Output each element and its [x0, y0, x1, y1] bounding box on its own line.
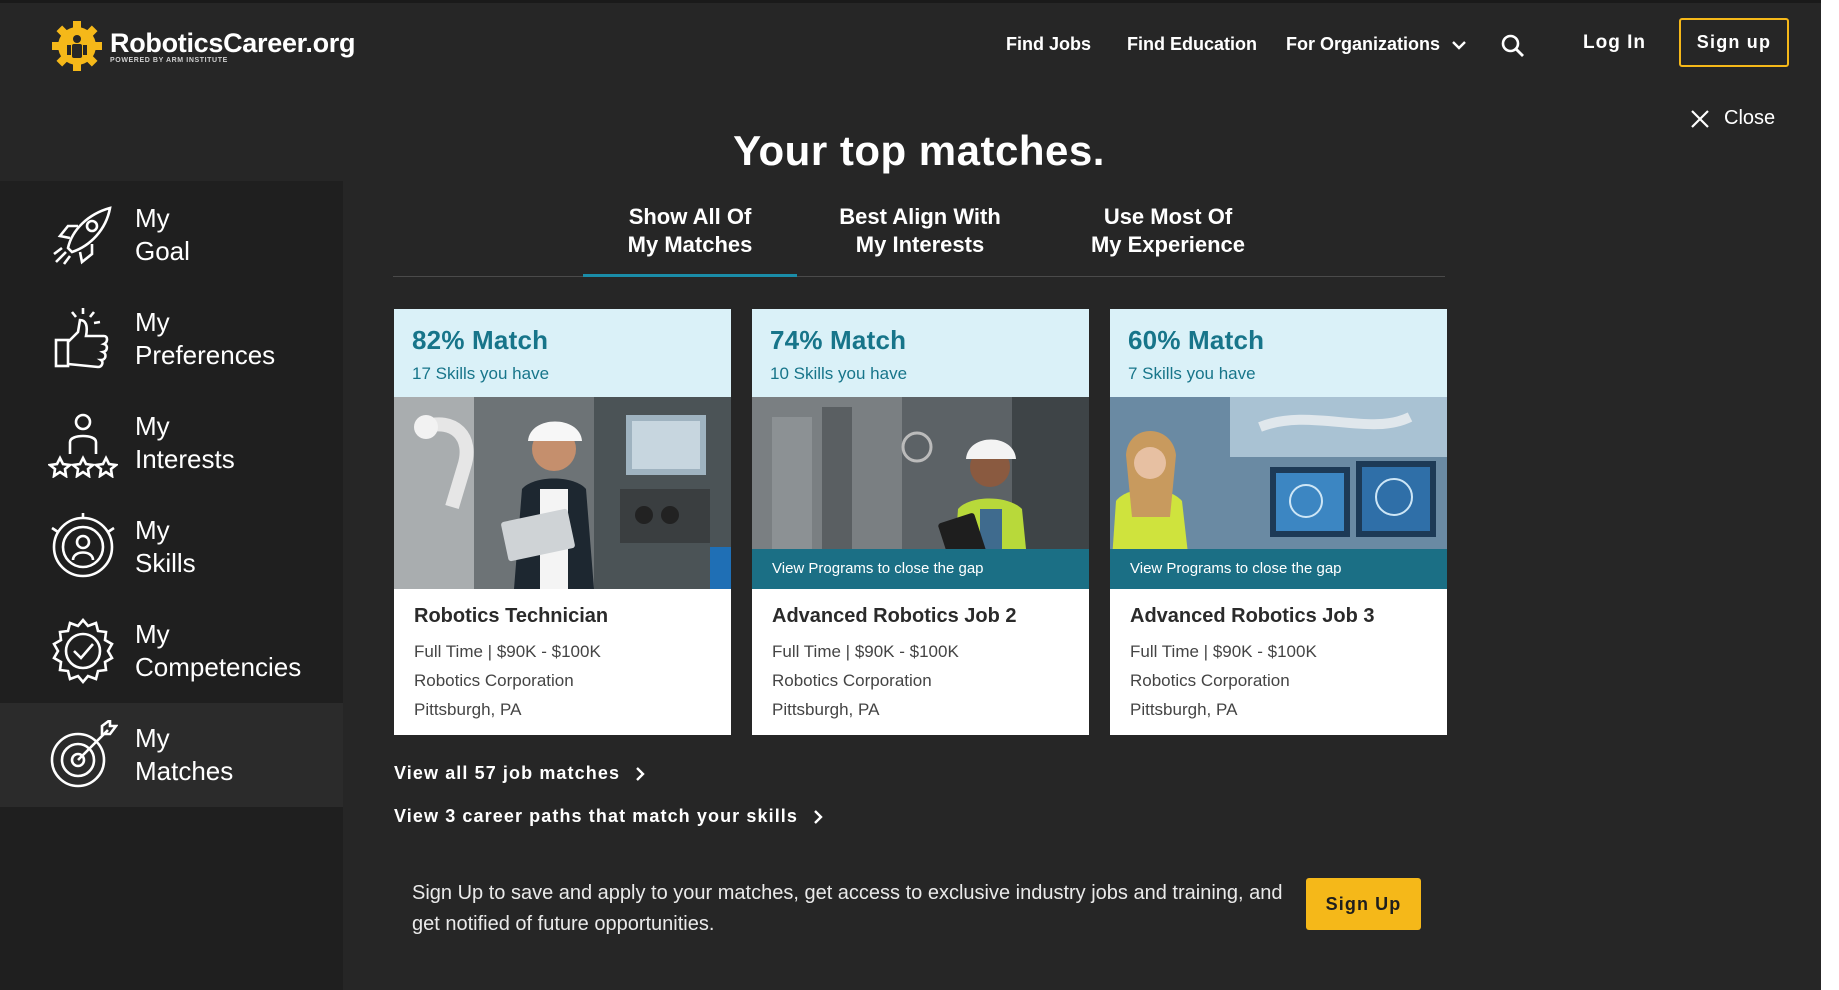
- sidebar-item-skills[interactable]: My Skills: [0, 495, 343, 599]
- tab-show-all-matches[interactable]: Show All Of My Matches: [583, 203, 797, 259]
- bullseye-icon: [50, 720, 118, 788]
- job-location: Pittsburgh, PA: [1130, 700, 1238, 719]
- skills-target-icon: [51, 513, 115, 578]
- job-type-salary: Full Time | $90K - $100K: [414, 642, 601, 661]
- job-type-salary: Full Time | $90K - $100K: [1130, 642, 1317, 661]
- job-title: Advanced Robotics Job 3: [1130, 605, 1375, 627]
- search-icon[interactable]: [1500, 33, 1526, 59]
- gear-logo-icon: [52, 21, 102, 71]
- sidebar-item-interests[interactable]: My Interests: [0, 391, 343, 495]
- skills-count: 7 Skills you have: [1128, 364, 1256, 383]
- sidebar-item-label: My Competencies: [135, 619, 302, 682]
- chevron-right-icon: [814, 809, 823, 824]
- active-tab-indicator: [583, 274, 797, 277]
- job-location: Pittsburgh, PA: [772, 700, 880, 719]
- header: RoboticsCareer.org POWERED BY ARM INSTIT…: [0, 3, 1821, 91]
- match-percent: 60% Match: [1128, 325, 1265, 355]
- match-percent: 74% Match: [770, 325, 907, 355]
- skills-count: 10 Skills you have: [770, 364, 908, 383]
- sidebar-item-label: My Skills: [135, 515, 196, 578]
- sign-up-button[interactable]: Sign up: [1679, 18, 1789, 67]
- sidebar-item-matches[interactable]: My Matches: [0, 703, 343, 807]
- match-tabs: Show All Of My Matches Best Align With M…: [393, 203, 1445, 277]
- job-company: Robotics Corporation: [772, 671, 932, 690]
- nav-find-jobs[interactable]: Find Jobs: [1006, 34, 1091, 55]
- chevron-right-icon: [636, 766, 645, 781]
- job-photo: View Programs to close the gap: [752, 397, 1089, 589]
- job-match-card[interactable]: 74% Match 10 Skills you have View Progra…: [752, 309, 1089, 735]
- gear-check-icon: [52, 617, 114, 685]
- view-programs-link[interactable]: View Programs to close the gap: [752, 549, 1089, 589]
- page-title: Your top matches.: [733, 127, 1105, 174]
- close-icon: [1691, 109, 1709, 128]
- tab-use-most-experience[interactable]: Use Most Of My Experience: [1053, 203, 1283, 259]
- sidebar: My Goal My Preferences My Interests My S…: [0, 181, 343, 990]
- close-label: Close: [1724, 107, 1776, 129]
- sidebar-item-label: My Matches: [135, 723, 234, 786]
- brand-name: RoboticsCareer.org: [110, 28, 356, 58]
- job-title: Robotics Technician: [414, 605, 609, 627]
- sidebar-item-competencies[interactable]: My Competencies: [0, 599, 343, 703]
- nav-for-organizations[interactable]: For Organizations: [1286, 34, 1468, 55]
- skills-count: 17 Skills you have: [412, 364, 550, 383]
- sidebar-item-preferences[interactable]: My Preferences: [0, 287, 343, 391]
- match-percent: 82% Match: [412, 325, 549, 355]
- job-match-card[interactable]: 82% Match 17 Skills you have Robotics Te…: [394, 309, 731, 735]
- page: RoboticsCareer.org POWERED BY ARM INSTIT…: [0, 0, 1839, 990]
- job-type-salary: Full Time | $90K - $100K: [772, 642, 959, 661]
- nav-for-organizations-label: For Organizations: [1286, 34, 1441, 54]
- nav-find-education[interactable]: Find Education: [1127, 34, 1257, 55]
- job-company: Robotics Corporation: [1130, 671, 1290, 690]
- rocket-icon: [53, 206, 112, 265]
- page-edge: [1821, 0, 1839, 990]
- view-programs-link[interactable]: View Programs to close the gap: [1110, 549, 1447, 589]
- log-in-link[interactable]: Log In: [1583, 32, 1646, 54]
- sidebar-item-label: My Interests: [135, 411, 235, 474]
- thumbs-up-icon: [54, 308, 109, 369]
- job-match-card[interactable]: 60% Match 7 Skills you have View Program…: [1110, 309, 1447, 735]
- job-company: Robotics Corporation: [414, 671, 574, 690]
- job-title: Advanced Robotics Job 2: [772, 605, 1017, 627]
- view-career-paths-link[interactable]: View 3 career paths that match your skil…: [394, 806, 824, 827]
- view-all-jobs-link[interactable]: View all 57 job matches: [394, 763, 646, 784]
- sidebar-item-goal[interactable]: My Goal: [0, 183, 343, 287]
- sidebar-item-label: My Preferences: [135, 307, 276, 370]
- logo[interactable]: RoboticsCareer.org POWERED BY ARM INSTIT…: [50, 19, 355, 73]
- close-button[interactable]: Close: [1690, 107, 1775, 130]
- person-stars-icon: [48, 413, 118, 478]
- job-photo: View Programs to close the gap: [1110, 397, 1447, 589]
- sign-up-promo-button[interactable]: Sign Up: [1306, 878, 1421, 930]
- signup-promo-text: Sign Up to save and apply to your matche…: [412, 882, 1283, 935]
- sidebar-item-label: My Goal: [135, 203, 190, 266]
- tab-best-align-interests[interactable]: Best Align With My Interests: [813, 203, 1027, 259]
- job-location: Pittsburgh, PA: [414, 700, 522, 719]
- chevron-down-icon: [1452, 40, 1466, 50]
- job-photo: [394, 397, 731, 589]
